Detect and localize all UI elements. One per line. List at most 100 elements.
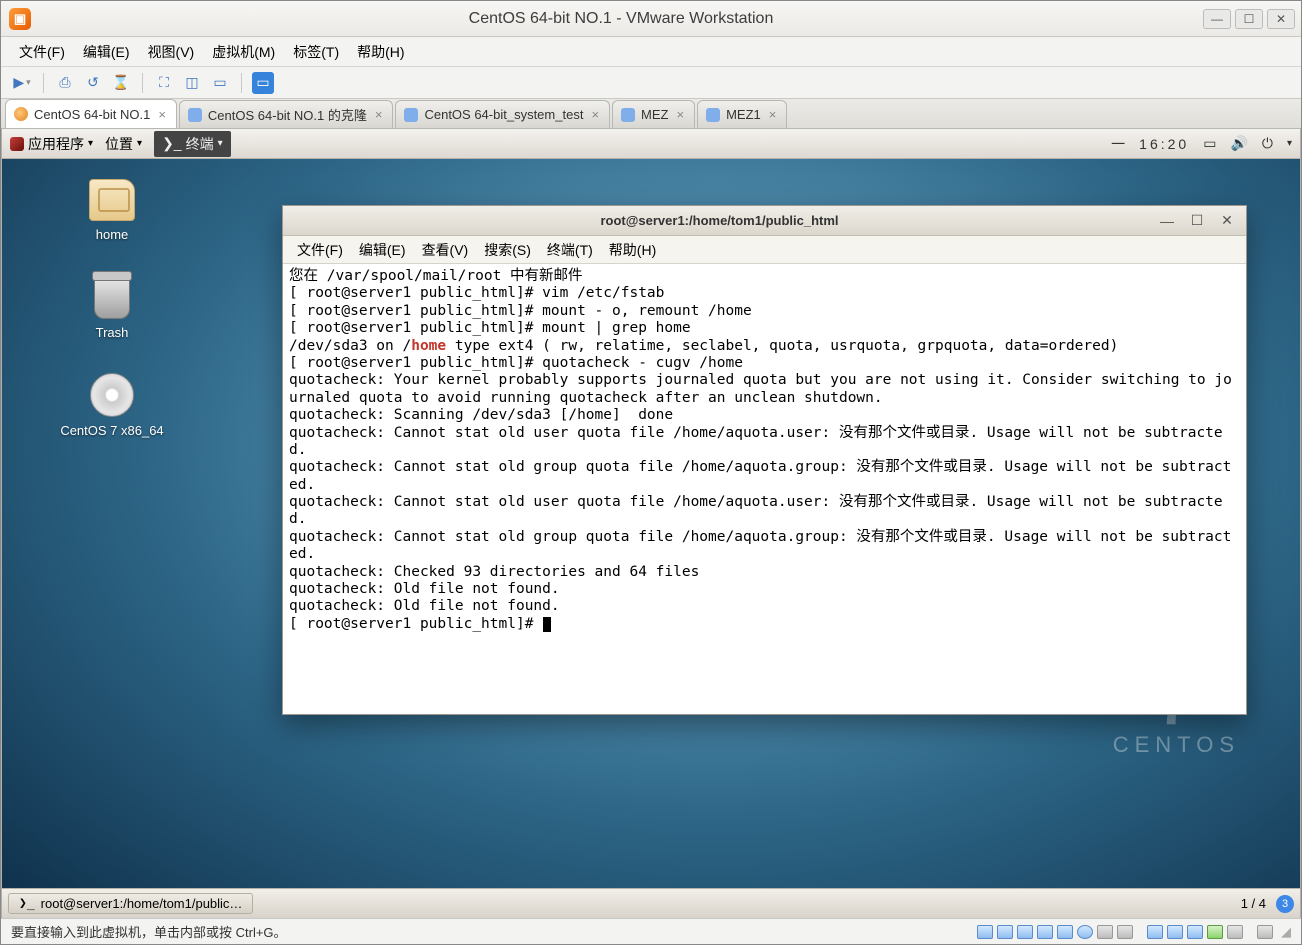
terminal-line: quotacheck: Your kernel probably support… — [289, 372, 1240, 407]
vmware-statusbar: 要直接输入到此虚拟机，单击内部或按 Ctrl+G。 ◢ — [1, 918, 1301, 944]
cd-icon[interactable] — [1077, 925, 1093, 939]
places-label: 位置 — [105, 134, 133, 154]
vm-tab-icon — [404, 108, 418, 122]
apps-icon — [10, 137, 24, 151]
vm-tab-close-icon[interactable]: × — [769, 107, 777, 122]
printer-icon[interactable] — [1187, 925, 1203, 939]
volume-icon[interactable]: 🔊 — [1230, 135, 1247, 152]
maximize-button[interactable]: ☐ — [1235, 9, 1263, 29]
toolbar-sep — [43, 73, 44, 93]
terminal-window[interactable]: root@server1:/home/tom1/public_html — ☐ … — [282, 205, 1247, 715]
vm-tab-icon — [621, 108, 635, 122]
terminal-line: 您在 /var/spool/mail/root 中有新邮件 — [289, 268, 1240, 285]
power-icon[interactable]: ⏻ — [1262, 135, 1273, 152]
vmware-titlebar[interactable]: ▣ CentOS 64-bit NO.1 - VMware Workstatio… — [1, 1, 1301, 37]
term-menu-file[interactable]: 文件(F) — [291, 237, 349, 263]
snapshot-revert-icon[interactable]: ↺ — [82, 72, 104, 94]
vmware-menubar: 文件(F) 编辑(E) 视图(V) 虚拟机(M) 标签(T) 帮助(H) — [1, 37, 1301, 67]
message-log-icon[interactable] — [1257, 925, 1273, 939]
term-menu-help[interactable]: 帮助(H) — [603, 237, 662, 263]
apps-label: 应用程序 — [28, 134, 84, 154]
vm-tab-close-icon[interactable]: × — [375, 107, 383, 122]
terminal-line: quotacheck: Cannot stat old group quota … — [289, 529, 1240, 564]
guest-display[interactable]: 应用程序 ▾ 位置 ▾ ❯_ 终端 ▾ 一 16:20 ▭ 🔊 ⏻ — [1, 129, 1301, 918]
gnome-topbar: 应用程序 ▾ 位置 ▾ ❯_ 终端 ▾ 一 16:20 ▭ 🔊 ⏻ — [2, 129, 1300, 159]
menu-help[interactable]: 帮助(H) — [349, 39, 412, 65]
term-menu-edit[interactable]: 编辑(E) — [353, 237, 412, 263]
vm-tab[interactable]: CentOS 64-bit_system_test × — [395, 100, 610, 128]
usb-icon[interactable] — [1117, 925, 1133, 939]
desktop-icon-iso[interactable]: CentOS 7 x86_64 — [42, 373, 182, 438]
clock-label[interactable]: 16:20 — [1139, 136, 1189, 152]
terminal-minimize-button[interactable]: — — [1158, 212, 1176, 230]
display-icon[interactable] — [1227, 925, 1243, 939]
menu-vm[interactable]: 虚拟机(M) — [204, 39, 283, 65]
power-dropdown-icon[interactable]: ▶ — [11, 72, 33, 94]
terminal-line: [ root@server1 public_html]# mount - o, … — [289, 303, 1240, 320]
hdd-icon[interactable] — [1037, 925, 1053, 939]
vm-tab-label: MEZ — [641, 107, 668, 122]
taskbar-label: root@server1:/home/tom1/public… — [41, 896, 243, 911]
resize-grip-icon[interactable]: ◢ — [1281, 924, 1291, 940]
vm-tab[interactable]: CentOS 64-bit NO.1 × — [5, 99, 177, 128]
terminal-body[interactable]: 您在 /var/spool/mail/root 中有新邮件 [ root@serv… — [283, 264, 1246, 714]
terminal-line: quotacheck: Cannot stat old group quota … — [289, 459, 1240, 494]
terminal-icon: ❯_ — [162, 135, 182, 152]
vm-tab-close-icon[interactable]: × — [676, 107, 684, 122]
centos-word-text: CENTOS — [1113, 732, 1240, 758]
vm-tab-icon — [188, 108, 202, 122]
taskbar-terminal-button[interactable]: ❯_ root@server1:/home/tom1/public… — [8, 893, 253, 914]
workspace-pager[interactable]: 1 / 4 3 — [1241, 895, 1294, 913]
chevron-down-icon: ▾ — [88, 138, 93, 149]
display-icon[interactable]: ▭ — [1203, 135, 1216, 152]
nic-icon[interactable] — [1147, 925, 1163, 939]
vm-tab[interactable]: MEZ1 × — [697, 100, 787, 128]
applications-menu[interactable]: 应用程序 ▾ — [10, 134, 93, 154]
terminal-close-button[interactable]: ✕ — [1218, 212, 1236, 230]
chevron-down-icon: ▾ — [137, 138, 142, 149]
hdd-icon[interactable] — [977, 925, 993, 939]
vmware-window: ▣ CentOS 64-bit NO.1 - VMware Workstatio… — [0, 0, 1302, 945]
menu-view[interactable]: 视图(V) — [140, 39, 203, 65]
fullscreen-icon[interactable]: ⛶ — [153, 72, 175, 94]
running-terminal-menu[interactable]: ❯_ 终端 ▾ — [154, 131, 231, 157]
hdd-icon[interactable] — [1057, 925, 1073, 939]
desktop-icon-home[interactable]: home — [42, 179, 182, 242]
unity-icon[interactable]: ◫ — [181, 72, 203, 94]
menu-file[interactable]: 文件(F) — [11, 39, 73, 65]
desktop-icon-trash[interactable]: Trash — [42, 275, 182, 340]
sound-icon[interactable] — [1207, 925, 1223, 939]
terminal-maximize-button[interactable]: ☐ — [1188, 212, 1206, 230]
hdd-icon[interactable] — [997, 925, 1013, 939]
vmware-toolbar: ▶ ⎙ ↺ ⌛ ⛶ ◫ ▭ ▭ — [1, 67, 1301, 99]
desktop-icon-label: Trash — [42, 325, 182, 340]
floppy-icon[interactable] — [1097, 925, 1113, 939]
nic-icon[interactable] — [1167, 925, 1183, 939]
desktop-icon-label: CentOS 7 x86_64 — [42, 423, 182, 438]
terminal-titlebar[interactable]: root@server1:/home/tom1/public_html — ☐ … — [283, 206, 1246, 236]
chevron-down-icon[interactable]: ▾ — [1287, 138, 1292, 149]
close-button[interactable]: ✕ — [1267, 9, 1295, 29]
weekday-label: 一 — [1111, 134, 1125, 154]
term-menu-terminal[interactable]: 终端(T) — [541, 237, 599, 263]
vm-tab-close-icon[interactable]: × — [158, 107, 166, 122]
terminal-menubar: 文件(F) 编辑(E) 查看(V) 搜索(S) 终端(T) 帮助(H) — [283, 236, 1246, 264]
menu-edit[interactable]: 编辑(E) — [75, 39, 138, 65]
toolbar-sep — [142, 73, 143, 93]
vm-tab[interactable]: MEZ × — [612, 100, 695, 128]
menu-tabs[interactable]: 标签(T) — [285, 39, 347, 65]
toolbar-sep — [241, 73, 242, 93]
snapshot-take-icon[interactable]: ⎙ — [54, 72, 76, 94]
gnome-bottombar: ❯_ root@server1:/home/tom1/public… 1 / 4… — [2, 888, 1300, 918]
places-menu[interactable]: 位置 ▾ — [105, 134, 142, 154]
vm-tab[interactable]: CentOS 64-bit NO.1 的克隆 × — [179, 100, 394, 128]
term-menu-search[interactable]: 搜索(S) — [478, 237, 537, 263]
vm-tab-close-icon[interactable]: × — [591, 107, 599, 122]
vm-tab-label: CentOS 64-bit NO.1 — [34, 107, 150, 122]
stretch-guest-icon[interactable]: ▭ — [252, 72, 274, 94]
console-view-icon[interactable]: ▭ — [209, 72, 231, 94]
minimize-button[interactable]: — — [1203, 9, 1231, 29]
term-menu-view[interactable]: 查看(V) — [416, 237, 475, 263]
hdd-icon[interactable] — [1017, 925, 1033, 939]
snapshot-manager-icon[interactable]: ⌛ — [110, 72, 132, 94]
